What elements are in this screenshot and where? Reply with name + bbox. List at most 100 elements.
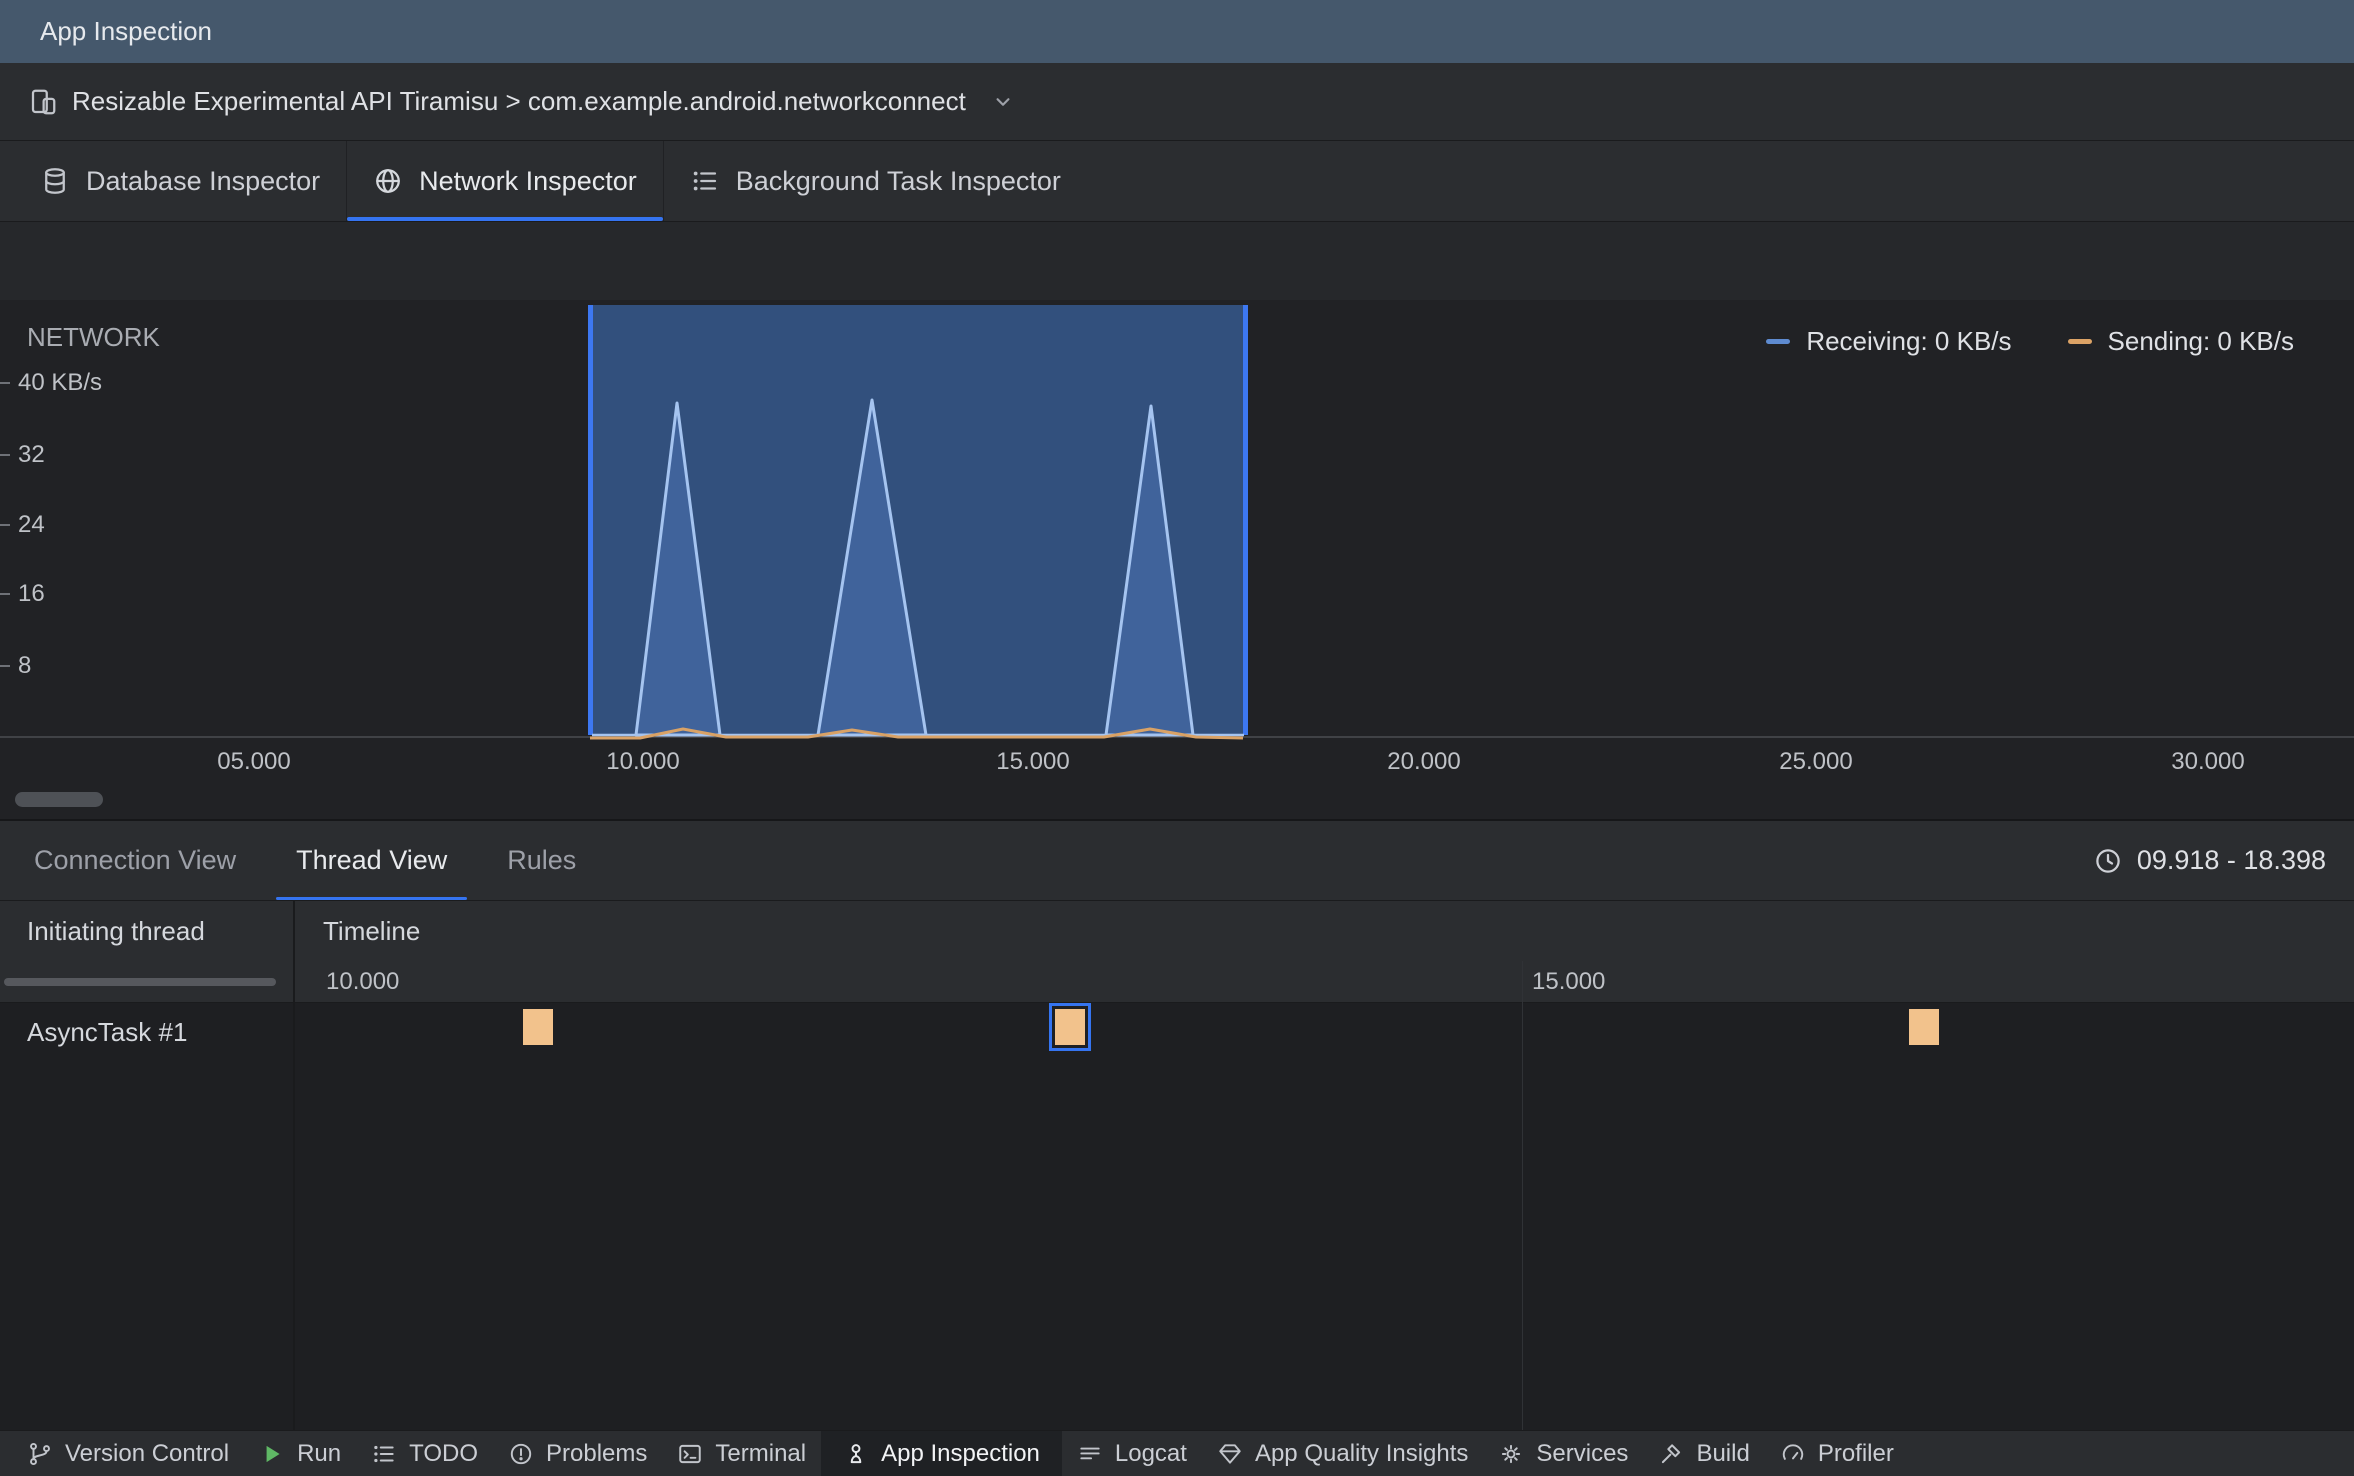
clock-icon bbox=[2093, 846, 2123, 876]
toolbar-item-services[interactable]: Services bbox=[1483, 1431, 1643, 1476]
column-header-initiating-thread[interactable]: Initiating thread bbox=[0, 916, 294, 947]
x-axis-tick: 05.000 bbox=[217, 748, 291, 775]
tool-window-titlebar: App Inspection bbox=[0, 0, 2354, 63]
tick-mark bbox=[0, 593, 10, 595]
thread-column-scrollbar-thumb[interactable] bbox=[4, 978, 276, 986]
toolbar-item-run[interactable]: Run bbox=[244, 1431, 356, 1476]
process-selector-bar: Resizable Experimental API Tiramisu > co… bbox=[0, 63, 2354, 141]
y-axis-tick: 40 KB/s bbox=[0, 369, 102, 397]
tick-mark bbox=[0, 665, 10, 667]
toolbar-item-todo[interactable]: TODO bbox=[356, 1431, 493, 1476]
network-usage-chart[interactable]: NETWORK Receiving: 0 KB/s Sending: 0 KB/… bbox=[0, 300, 2354, 821]
x-axis-tick: 20.000 bbox=[1387, 748, 1461, 775]
inspector-toolbar bbox=[0, 222, 2354, 300]
network-traffic-plot[interactable] bbox=[0, 300, 2354, 746]
toolbar-item-app-inspection[interactable]: App Inspection bbox=[821, 1431, 1062, 1476]
resizable-device-icon bbox=[28, 87, 58, 117]
legend-sending-label: Sending: 0 KB/s bbox=[2107, 326, 2294, 356]
tab-label: Connection View bbox=[34, 845, 237, 875]
timeline-axis-row: 10.000 15.000 bbox=[0, 961, 2354, 1003]
tab-label: Rules bbox=[507, 845, 577, 875]
tab-rules[interactable]: Rules bbox=[487, 821, 596, 900]
network-event-marker-selected[interactable] bbox=[1049, 1003, 1091, 1051]
toolbar-item-label: Services bbox=[1536, 1439, 1629, 1467]
toolbar-item-label: Profiler bbox=[1817, 1439, 1894, 1467]
toolbar-item-label: Version Control bbox=[65, 1439, 230, 1467]
process-selector[interactable]: Resizable Experimental API Tiramisu > co… bbox=[28, 86, 1016, 117]
hammer-icon bbox=[1658, 1441, 1684, 1467]
problems-icon bbox=[508, 1441, 534, 1467]
legend-sending: Sending: 0 KB/s bbox=[2067, 326, 2294, 357]
table-header-row: Initiating thread Timeline bbox=[0, 901, 2354, 961]
logcat-icon bbox=[1077, 1441, 1103, 1467]
globe-icon bbox=[373, 166, 403, 196]
thread-rows-area[interactable]: AsyncTask #1 bbox=[0, 1003, 2354, 1430]
y-axis-tick: 24 bbox=[0, 511, 45, 539]
run-play-icon bbox=[259, 1441, 285, 1467]
terminal-icon bbox=[677, 1441, 703, 1467]
y-axis-tick: 16 bbox=[0, 580, 45, 608]
tool-window-title: App Inspection bbox=[40, 16, 213, 46]
tab-label: Network Inspector bbox=[419, 165, 637, 196]
toolbar-item-logcat[interactable]: Logcat bbox=[1062, 1431, 1202, 1476]
x-axis-tick: 25.000 bbox=[1779, 748, 1853, 775]
legend-receiving-label: Receiving: 0 KB/s bbox=[1806, 326, 2012, 356]
network-event-marker[interactable] bbox=[1909, 1009, 1939, 1045]
x-axis-tick: 30.000 bbox=[2171, 748, 2245, 775]
toolbar-item-terminal[interactable]: Terminal bbox=[662, 1431, 821, 1476]
tab-background-task-inspector[interactable]: Background Task Inspector bbox=[664, 141, 1087, 221]
tick-mark bbox=[0, 382, 10, 384]
toolbar-item-label: Logcat bbox=[1114, 1439, 1187, 1467]
legend-receiving: Receiving: 0 KB/s bbox=[1766, 326, 2012, 357]
tab-thread-view[interactable]: Thread View bbox=[276, 821, 468, 900]
tick-mark bbox=[0, 524, 10, 526]
app-inspection-icon bbox=[843, 1441, 869, 1467]
toolbar-item-label: Build bbox=[1696, 1439, 1750, 1467]
tab-network-inspector[interactable]: Network Inspector bbox=[346, 141, 664, 221]
chart-legend: Receiving: 0 KB/s Sending: 0 KB/s bbox=[1766, 326, 2294, 357]
task-list-icon bbox=[690, 166, 720, 196]
thread-name: AsyncTask #1 bbox=[27, 1017, 188, 1047]
toolbar-item-version-control[interactable]: Version Control bbox=[12, 1431, 244, 1476]
tab-connection-view[interactable]: Connection View bbox=[14, 821, 256, 900]
branch-icon bbox=[27, 1441, 53, 1467]
toolbar-item-build[interactable]: Build bbox=[1643, 1431, 1764, 1476]
column-divider[interactable] bbox=[293, 901, 295, 1430]
y-axis-tick: 32 bbox=[0, 441, 45, 469]
selection-left-handle bbox=[588, 305, 593, 735]
timeline-scrollbar-thumb[interactable] bbox=[15, 792, 103, 807]
receiving-swatch-icon bbox=[1766, 339, 1791, 344]
toolbar-item-profiler[interactable]: Profiler bbox=[1765, 1431, 1909, 1476]
time-range-label: 09.918 - 18.398 bbox=[2136, 845, 2326, 875]
timeline-tick: 10.000 bbox=[326, 968, 400, 995]
inspector-tab-bar: Database Inspector Network Inspector Bac… bbox=[0, 141, 2354, 222]
tool-window-bar: Version Control Run TODO Problems Termin… bbox=[0, 1430, 2354, 1476]
todo-list-icon bbox=[371, 1441, 397, 1467]
toolbar-item-label: TODO bbox=[409, 1439, 479, 1467]
y-axis-tick: 8 bbox=[0, 652, 31, 680]
selected-time-range: 09.918 - 18.398 bbox=[2093, 821, 2326, 900]
gauge-icon bbox=[1780, 1441, 1806, 1467]
tab-label: Thread View bbox=[296, 845, 448, 875]
tick-mark bbox=[0, 454, 10, 456]
chevron-down-icon bbox=[990, 89, 1016, 115]
network-event-marker[interactable] bbox=[523, 1009, 553, 1045]
timeline-tick: 15.000 bbox=[1532, 968, 1606, 995]
toolbar-item-label: App Quality Insights bbox=[1254, 1439, 1469, 1467]
timeline-gridline bbox=[1522, 961, 1523, 1430]
tab-label: Database Inspector bbox=[86, 165, 321, 196]
x-axis-tick: 10.000 bbox=[606, 748, 680, 775]
sending-swatch-icon bbox=[2067, 339, 2092, 344]
database-icon bbox=[40, 166, 70, 196]
toolbar-item-label: Run bbox=[297, 1439, 342, 1467]
x-axis-tick: 15.000 bbox=[996, 748, 1070, 775]
toolbar-item-label: Problems bbox=[546, 1439, 648, 1467]
toolbar-item-problems[interactable]: Problems bbox=[493, 1431, 662, 1476]
tab-database-inspector[interactable]: Database Inspector bbox=[14, 141, 346, 221]
toolbar-item-label: App Inspection bbox=[881, 1439, 1040, 1467]
tab-label: Background Task Inspector bbox=[735, 165, 1061, 196]
selection-right-handle bbox=[1243, 305, 1248, 735]
toolbar-item-app-quality-insights[interactable]: App Quality Insights bbox=[1202, 1431, 1483, 1476]
toolbar-item-label: Terminal bbox=[715, 1439, 807, 1467]
column-header-timeline[interactable]: Timeline bbox=[294, 916, 420, 947]
